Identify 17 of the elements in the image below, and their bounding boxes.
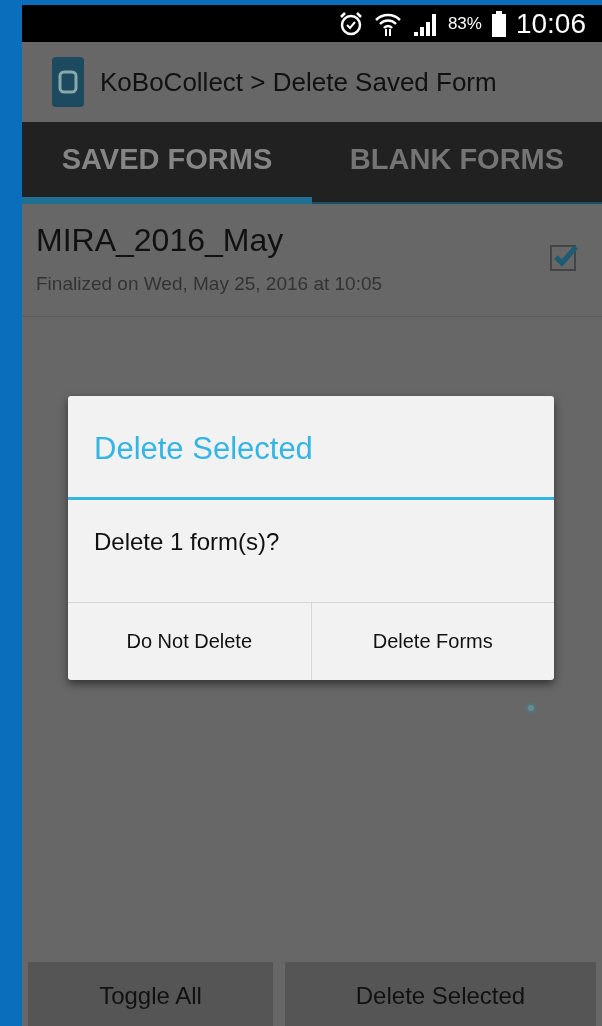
dialog-message: Delete 1 form(s)?: [68, 499, 554, 603]
dialog-button[interactable]: Do Not Delete: [68, 602, 311, 680]
action-button[interactable]: Toggle All: [28, 962, 273, 1026]
battery-percent: 83%: [447, 12, 482, 35]
tab[interactable]: BLANK FORMS: [312, 122, 602, 204]
app-logo-icon: [52, 57, 84, 107]
dialog-title: Delete Selected: [68, 396, 554, 500]
battery-icon: [491, 10, 506, 37]
clock-time: 10:06: [515, 6, 586, 41]
checkbox[interactable]: [550, 242, 578, 271]
app-title: KoBoCollect > Delete Saved Form: [100, 65, 497, 99]
tab[interactable]: SAVED FORMS: [22, 122, 312, 204]
action-button[interactable]: Delete Selected: [285, 962, 596, 1026]
signal-icon: [411, 11, 438, 36]
form-name: MIRA_2016_May: [36, 220, 285, 260]
dialog-button[interactable]: Delete Forms: [310, 602, 554, 680]
indicator-dot-icon: [526, 703, 536, 713]
